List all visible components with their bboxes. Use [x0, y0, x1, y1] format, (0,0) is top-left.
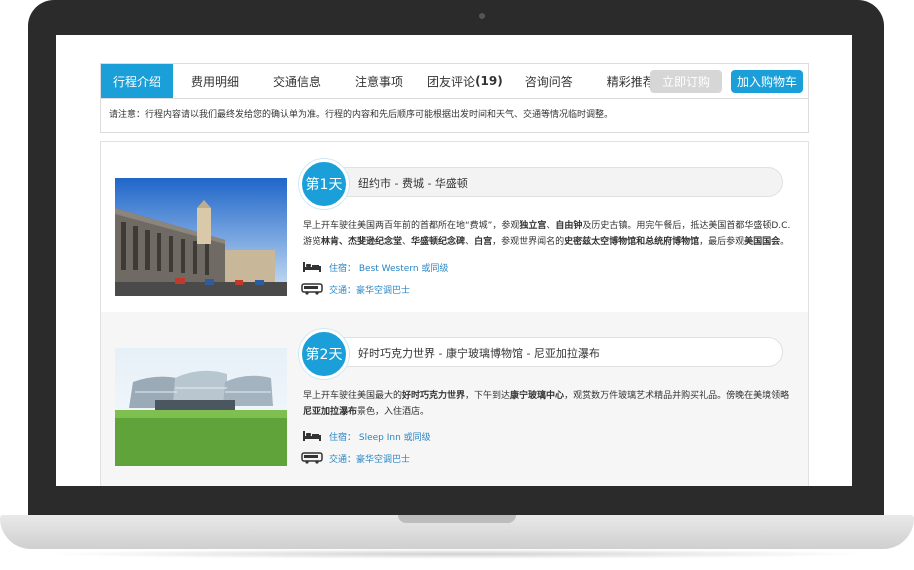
desc-text: 早上开车驶往美国最大的 [303, 391, 403, 401]
tab-transport[interactable]: 交通信息 [261, 64, 333, 98]
review-count: (19) [475, 74, 503, 88]
day-item: 纽约市 - 费城 - 华盛顿 第1天 早上开车驶往美国两百年前的首都所在地“费城… [101, 142, 808, 312]
desc-text: 、 [465, 237, 475, 247]
tab-label: 行程介绍 [113, 74, 162, 89]
day-badge: 第2天 [299, 329, 349, 379]
highlight-text: 林肯、杰斐逊纪念堂 [321, 237, 403, 247]
highlight-text: 好时巧克力世界 [402, 391, 466, 401]
camera-icon [479, 13, 485, 19]
day-photo [115, 178, 287, 296]
day-photo [115, 348, 287, 466]
highlight-text: 康宁玻璃中心 [510, 391, 565, 401]
tab-label: 费用明细 [191, 74, 240, 89]
desc-text: ，下午到达 [465, 391, 511, 401]
desc-text: 景色，入住酒店。 [357, 407, 430, 417]
tab-label: 注意事项 [355, 74, 404, 89]
tab-itinerary[interactable]: 行程介绍 [101, 64, 173, 98]
highlight-text: 美国国会 [744, 237, 781, 247]
tab-label: 精彩推荐 [606, 74, 655, 89]
highlight-text: 史密兹太空博物馆和总统府博物馆 [564, 237, 700, 247]
tab-reviews[interactable]: 团友评论 (19) [415, 64, 515, 98]
laptop-notch [398, 515, 516, 523]
order-now-button[interactable]: 立即订购 [650, 70, 722, 93]
highlight-text: 独立宫 [519, 221, 547, 231]
desc-text: 、 [402, 237, 412, 247]
day-description: 早上开车驶往美国最大的好时巧克力世界，下午到达康宁玻璃中心，观赏数万件玻璃艺术精… [303, 388, 793, 420]
day-badge: 第1天 [299, 159, 349, 209]
desc-text: ，最后参观 [699, 237, 745, 247]
transport-row: 交通：豪华空调巴士 [301, 281, 410, 297]
tab-label: 交通信息 [273, 74, 322, 89]
transport-label[interactable]: 交通：豪华空调巴士 [329, 283, 410, 296]
tab-label: 团友评论 [427, 74, 476, 89]
hotel-row: 住宿： Best Western 或同级 [301, 259, 448, 275]
desc-text: 。 [780, 237, 790, 247]
tab-qa[interactable]: 咨询问答 [513, 64, 585, 98]
highlight-text: 华盛顿纪念碑 [411, 237, 466, 247]
hotel-row: 住宿： Sleep Inn 或同级 [301, 428, 431, 444]
tab-bar: 行程介绍 费用明细 交通信息 注意事项 团友评论 (19) 咨询问答 精彩推荐 立… [100, 63, 809, 99]
highlight-text: 尼亚加拉瀑布 [303, 407, 358, 417]
day-route: 纽约市 - 费城 - 华盛顿 [327, 167, 783, 197]
day-item: 好时巧克力世界 - 康宁玻璃博物馆 - 尼亚加拉瀑布 第2天 早上开车驶往美国最… [101, 312, 808, 486]
highlight-text: 自由钟 [555, 221, 583, 231]
tab-fees[interactable]: 费用明细 [179, 64, 251, 98]
day-description: 早上开车驶往美国两百年前的首都所在地“费城”，参观独立宫、自由钟及历史古镇。用完… [303, 218, 793, 250]
hotel-label[interactable]: 住宿： Sleep Inn 或同级 [329, 430, 431, 443]
notice-text: 请注意：行程内容请以我们最终发给您的确认单为准。行程的内容和先后顺序可能根据出发… [100, 99, 809, 133]
hotel-label[interactable]: 住宿： Best Western 或同级 [329, 261, 448, 274]
itinerary-list: 纽约市 - 费城 - 华盛顿 第1天 早上开车驶往美国两百年前的首都所在地“费城… [100, 141, 809, 486]
desc-text: ，观赏数万件玻璃艺术精品并购买礼品。傍晚在美境领略 [564, 391, 790, 401]
transport-label[interactable]: 交通：豪华空调巴士 [329, 452, 410, 465]
add-to-cart-button[interactable]: 加入购物车 [731, 70, 803, 93]
laptop-shadow [40, 549, 874, 559]
bed-icon [301, 260, 323, 274]
bus-icon [301, 282, 323, 296]
day-route: 好时巧克力世界 - 康宁玻璃博物馆 - 尼亚加拉瀑布 [327, 337, 783, 367]
screen: 行程介绍 费用明细 交通信息 注意事项 团友评论 (19) 咨询问答 精彩推荐 立… [56, 35, 852, 486]
desc-text: 早上开车驶往美国两百年前的首都所在地“费城”，参观 [303, 221, 520, 231]
bed-icon [301, 429, 323, 443]
desc-text: ，参观世界闻名的 [492, 237, 565, 247]
highlight-text: 白宫 [474, 237, 493, 247]
tab-notes[interactable]: 注意事项 [343, 64, 415, 98]
tab-label: 咨询问答 [524, 74, 573, 89]
bus-icon [301, 451, 323, 465]
transport-row: 交通：豪华空调巴士 [301, 450, 410, 466]
desc-text: 、 [546, 221, 556, 231]
